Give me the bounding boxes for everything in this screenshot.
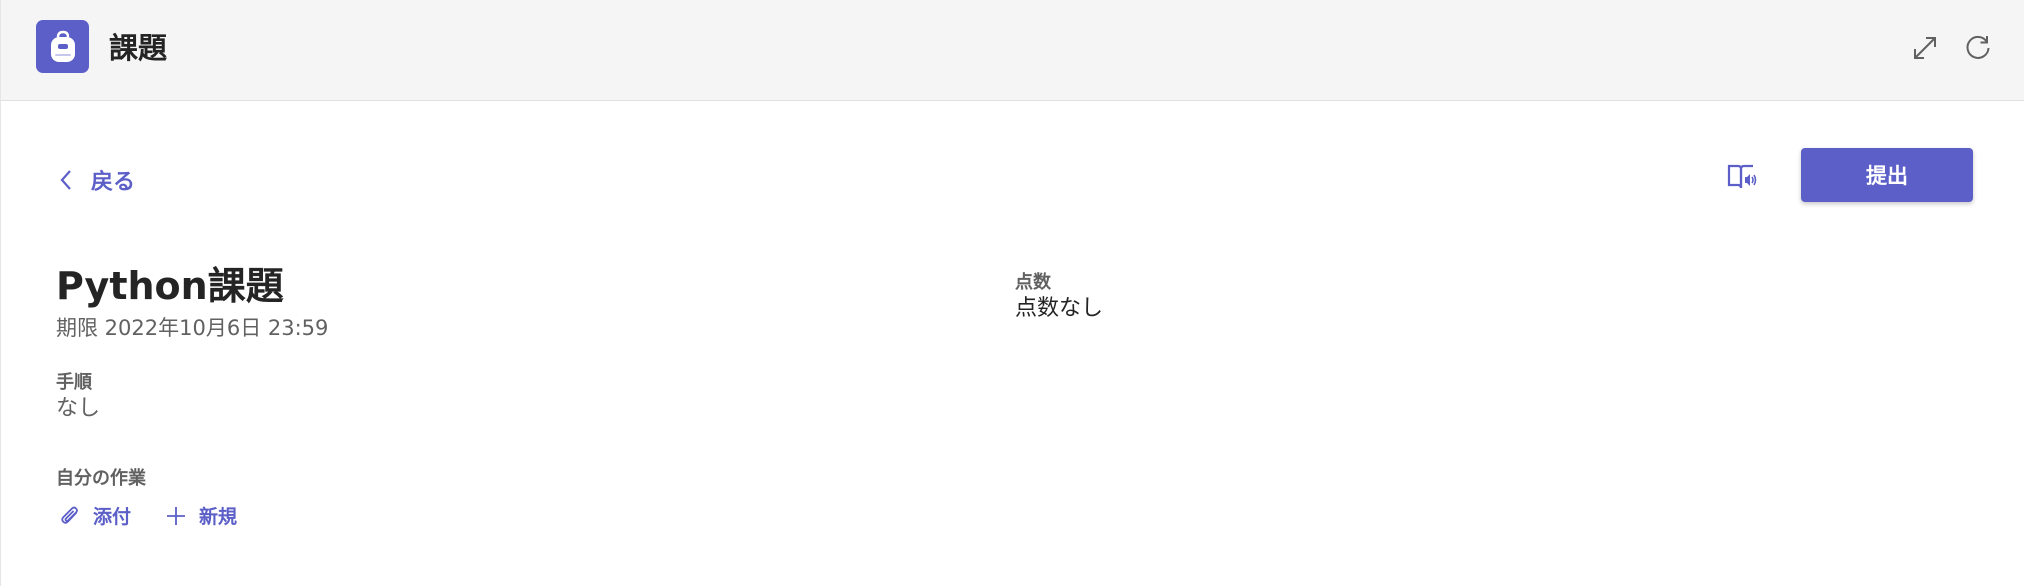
immersive-reader-button[interactable] xyxy=(1725,160,1759,194)
instructions-value: なし xyxy=(56,396,101,421)
app-header: 課題 xyxy=(1,0,2024,101)
plus-icon xyxy=(167,506,186,525)
my-work-actions: 添付 新規 xyxy=(59,502,237,529)
due-date: 期限 2022年10月6日 23:59 xyxy=(56,316,329,340)
chevron-left-icon xyxy=(60,170,71,190)
refresh-icon[interactable] xyxy=(1964,34,1992,62)
back-label: 戻る xyxy=(91,170,136,195)
assignment-title: Python課題 xyxy=(56,264,284,308)
new-button[interactable]: 新規 xyxy=(165,502,237,529)
submit-button[interactable]: 提出 xyxy=(1801,148,1973,202)
back-button[interactable]: 戻る xyxy=(59,164,135,196)
points-value: 点数なし xyxy=(1015,296,1104,321)
expand-icon[interactable] xyxy=(1911,34,1939,62)
assignment-window: 課題 戻る 提出 Python課題 期限 2022年10月6日 23:59 点数… xyxy=(0,0,2024,586)
paperclip-icon xyxy=(61,506,78,524)
app-title: 課題 xyxy=(109,31,168,65)
backpack-icon xyxy=(36,20,89,73)
new-label: 新規 xyxy=(199,506,238,528)
attach-button[interactable]: 添付 xyxy=(59,502,131,529)
immersive-reader-icon xyxy=(1727,164,1757,189)
my-work-label: 自分の作業 xyxy=(56,468,146,489)
attach-label: 添付 xyxy=(93,506,132,528)
